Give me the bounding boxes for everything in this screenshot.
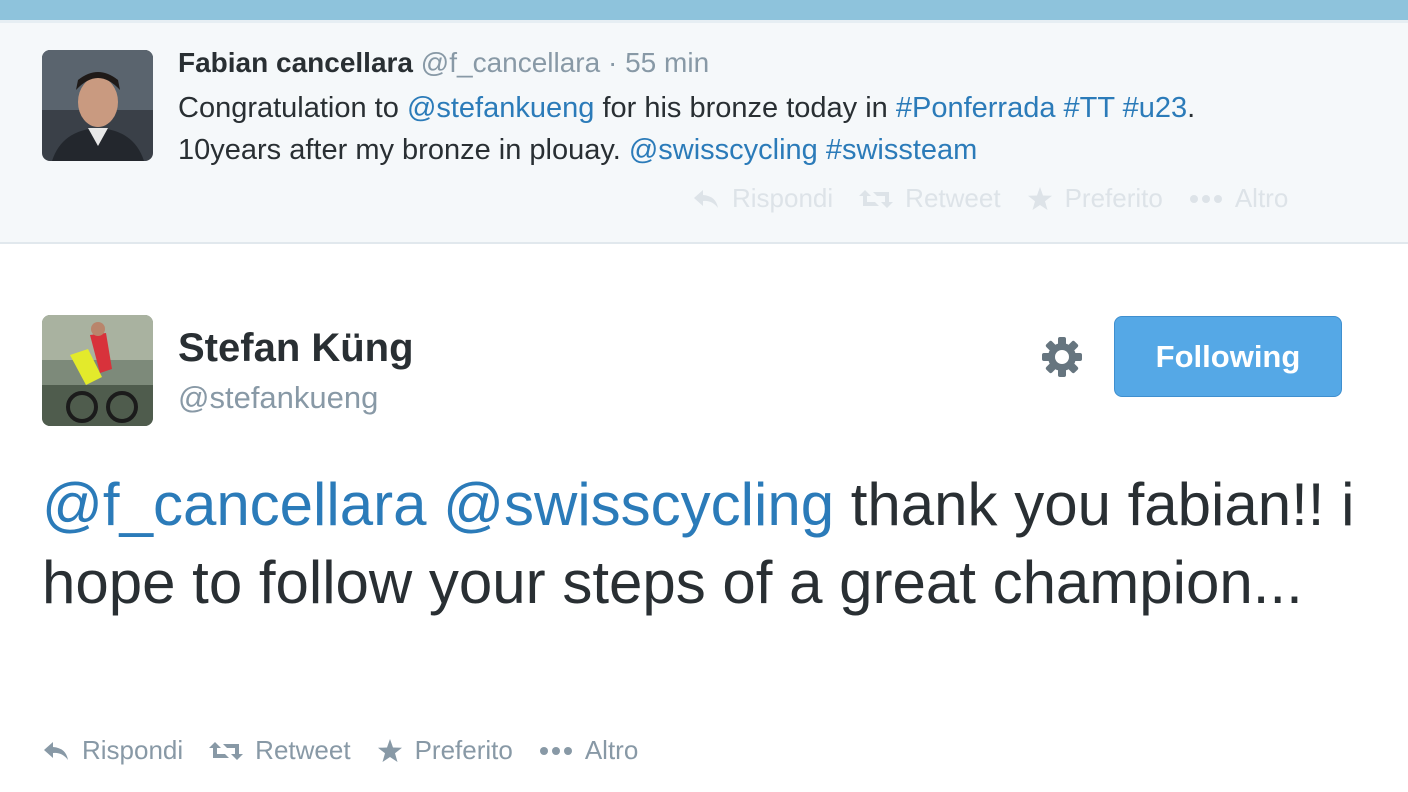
- hashtag-link[interactable]: #Ponferrada: [896, 92, 1056, 124]
- avatar-stefan-kung[interactable]: [42, 315, 153, 426]
- mention-link[interactable]: @f_cancellara: [42, 471, 426, 538]
- parent-tweet-actions: Rispondi Retweet Preferito Altro: [692, 183, 1314, 214]
- text-segment: 10years after my bronze in plouay.: [178, 134, 629, 166]
- author-name[interactable]: Stefan Küng: [178, 326, 414, 371]
- star-icon: [377, 738, 402, 762]
- retweet-icon: [209, 741, 244, 760]
- parent-tweet[interactable]: Fabian cancellara @f_cancellara · 55 min…: [0, 23, 1408, 244]
- more-icon: [539, 746, 572, 755]
- retweet-label: Retweet: [905, 183, 1001, 213]
- avatar-fabian-cancellara[interactable]: [42, 50, 153, 161]
- reply-button[interactable]: Rispondi: [692, 183, 833, 214]
- parent-timestamp[interactable]: 55 min: [625, 47, 709, 78]
- text-segment: for his bronze today in: [594, 92, 896, 124]
- more-label: Altro: [584, 735, 639, 765]
- parent-tweet-text: Congratulation to @stefankueng for his b…: [178, 87, 1378, 171]
- tweet-text: @f_cancellara @swisscycling thank you fa…: [42, 466, 1362, 622]
- tweet-actions: Rispondi Retweet Preferito Altro: [42, 735, 664, 766]
- favorite-label: Preferito: [1064, 183, 1163, 213]
- mention-link[interactable]: @swisscycling: [443, 471, 834, 538]
- retweet-button[interactable]: Retweet: [859, 183, 1001, 214]
- top-bar: [0, 0, 1408, 20]
- hashtag-link[interactable]: #TT: [1064, 92, 1115, 124]
- favorite-button[interactable]: Preferito: [377, 735, 513, 766]
- text-segment: .: [1187, 92, 1196, 124]
- author-handle[interactable]: @stefankueng: [178, 380, 378, 416]
- more-label: Altro: [1234, 183, 1289, 213]
- mention-link[interactable]: @swisscycling: [629, 134, 818, 166]
- parent-author-handle[interactable]: @f_cancellara: [421, 47, 600, 78]
- favorite-button[interactable]: Preferito: [1027, 183, 1163, 214]
- parent-tweet-header: Fabian cancellara @f_cancellara · 55 min: [178, 47, 709, 79]
- more-icon: [1189, 194, 1222, 203]
- more-button[interactable]: Altro: [1189, 183, 1288, 214]
- favorite-label: Preferito: [414, 735, 513, 765]
- reply-icon: [44, 741, 68, 760]
- following-button[interactable]: Following: [1114, 316, 1342, 397]
- reply-label: Rispondi: [82, 735, 184, 765]
- text-segment: Congratulation to: [178, 92, 407, 124]
- parent-author-name[interactable]: Fabian cancellara: [178, 47, 413, 78]
- reply-button[interactable]: Rispondi: [42, 735, 183, 766]
- hashtag-link[interactable]: #u23: [1123, 92, 1188, 124]
- hashtag-link[interactable]: #swissteam: [826, 134, 978, 166]
- retweet-label: Retweet: [255, 735, 351, 765]
- reply-label: Rispondi: [732, 183, 834, 213]
- retweet-icon: [859, 189, 894, 208]
- gear-icon[interactable]: [1040, 335, 1084, 379]
- reply-icon: [694, 189, 718, 208]
- retweet-button[interactable]: Retweet: [209, 735, 351, 766]
- mention-link[interactable]: @stefankueng: [407, 92, 594, 124]
- star-icon: [1027, 186, 1052, 210]
- separator-dot: ·: [607, 47, 618, 78]
- more-button[interactable]: Altro: [539, 735, 638, 766]
